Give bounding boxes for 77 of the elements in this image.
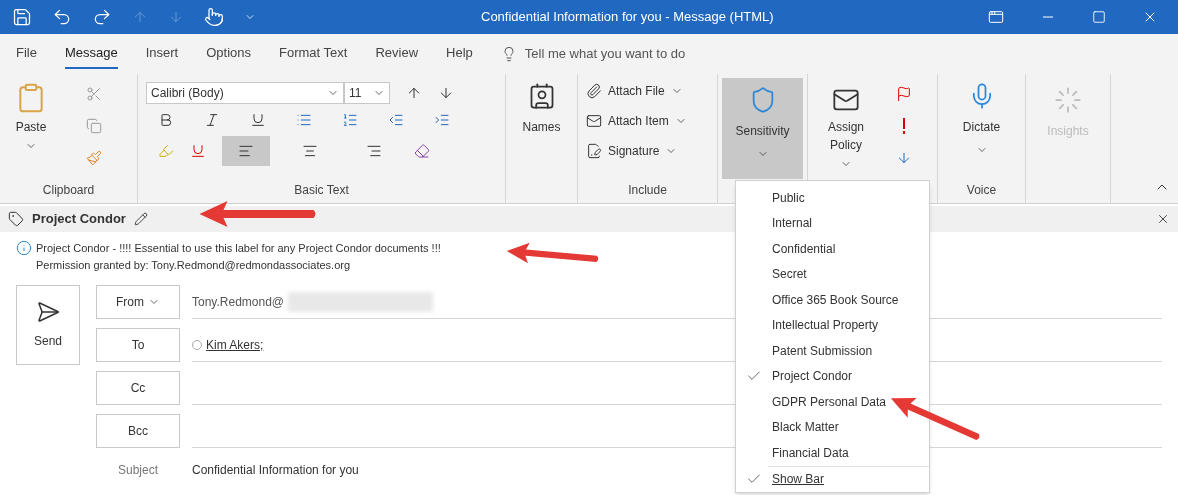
subject-field[interactable]: Confidential Information for you — [192, 461, 359, 479]
undo-icon[interactable] — [52, 7, 72, 27]
ribbon-display-icon[interactable] — [988, 9, 1004, 25]
menu-item[interactable]: Financial Data — [736, 440, 929, 466]
ribbon-tab[interactable]: Message — [64, 39, 118, 69]
names-button[interactable]: Names — [514, 82, 569, 181]
menu-item[interactable]: Black Matter — [736, 414, 929, 440]
dictate-button[interactable]: Dictate — [946, 82, 1017, 181]
touch-mode-icon[interactable] — [204, 7, 224, 27]
sensitivity-button[interactable]: Sensitivity — [722, 78, 803, 179]
font-size-field[interactable]: 11 — [344, 82, 390, 104]
insights-icon — [1054, 86, 1082, 114]
align-icon — [302, 143, 318, 159]
clear-formatting-icon[interactable] — [414, 143, 430, 159]
bold-icon[interactable] — [158, 112, 174, 128]
menu-item[interactable]: GDPR Personal Data — [736, 389, 929, 415]
align-button[interactable] — [222, 136, 270, 166]
recipient-button[interactable]: Cc — [96, 371, 180, 405]
ribbon-tab[interactable]: Help — [446, 39, 473, 69]
close-icon[interactable] — [1156, 212, 1170, 226]
grow-font-icon[interactable] — [406, 85, 422, 101]
send-button[interactable]: Send — [16, 285, 80, 365]
redo-icon[interactable] — [92, 7, 112, 27]
menu-item[interactable]: Confidential — [736, 236, 929, 262]
underline-icon[interactable] — [250, 112, 266, 128]
ribbon-tab[interactable]: Options — [206, 39, 252, 69]
align-icon — [366, 143, 382, 159]
recipient-name[interactable]: Kim Akers; — [206, 335, 264, 354]
align-icon — [238, 143, 254, 159]
bullets-icon[interactable] — [296, 112, 312, 128]
tell-me-field[interactable]: Tell me what you want to do — [500, 44, 686, 64]
menu-item[interactable]: Project Condor — [736, 363, 929, 389]
ribbon-tab[interactable]: Format Text — [279, 39, 348, 69]
cut-icon[interactable] — [86, 86, 102, 102]
include-button[interactable]: Attach Item — [586, 112, 687, 130]
include-button[interactable]: Attach File — [586, 82, 687, 100]
paperclip-icon — [586, 83, 602, 99]
italic-icon[interactable] — [204, 112, 220, 128]
shrink-font-icon[interactable] — [438, 85, 454, 101]
group-label: Clipboard — [41, 182, 96, 199]
label-description: Project Condor - !!!! Essential to use this label for any Project Condor documents !!! — [36, 241, 441, 256]
window-title: Confidential Information for you - Message (HTML) — [481, 8, 774, 27]
flag-icon[interactable] — [896, 86, 912, 102]
subject-label: Subject — [117, 462, 159, 479]
save-icon[interactable] — [12, 7, 32, 27]
low-importance-icon[interactable] — [896, 150, 912, 166]
include-button[interactable]: Signature — [586, 142, 687, 160]
recipient-button[interactable]: Bcc — [96, 414, 180, 448]
group-label: Include — [627, 182, 668, 199]
numbering-icon[interactable] — [342, 112, 358, 128]
high-importance-icon[interactable] — [902, 118, 906, 134]
group-label: Voice — [965, 182, 998, 199]
recipient-button[interactable]: To — [96, 328, 180, 362]
menu-item[interactable]: Secret — [736, 261, 929, 287]
group-label: Basic Text — [293, 182, 350, 199]
maximize-icon[interactable] — [1092, 10, 1106, 24]
menu-item[interactable]: Patent Submission — [736, 338, 929, 364]
ribbon-tab[interactable]: File — [16, 39, 37, 69]
info-icon — [16, 240, 32, 256]
ribbon-tab[interactable]: Insert — [145, 39, 179, 69]
decrease-indent-icon[interactable] — [388, 112, 404, 128]
font-field[interactable]: Calibri (Body) — [146, 82, 344, 104]
increase-indent-icon[interactable] — [434, 112, 450, 128]
menu-item[interactable]: Show Bar — [736, 466, 929, 492]
signature-icon — [586, 143, 602, 159]
envelope-icon — [586, 113, 602, 129]
format-painter-icon[interactable] — [86, 150, 102, 166]
send-icon — [36, 300, 60, 324]
tag-icon — [8, 211, 24, 227]
edit-icon[interactable] — [133, 212, 148, 226]
menu-item[interactable]: Office 365 Book Source — [736, 287, 929, 313]
paste-button[interactable]: Paste — [8, 82, 54, 181]
menu-item[interactable]: Internal — [736, 210, 929, 236]
ribbon-tab[interactable]: Review — [375, 39, 419, 69]
label-description: Permission granted by: Tony.Redmond@redmondassociates.org — [36, 257, 352, 273]
recipient-button[interactable]: From — [96, 285, 180, 319]
label-name: Project Condor — [32, 210, 126, 229]
